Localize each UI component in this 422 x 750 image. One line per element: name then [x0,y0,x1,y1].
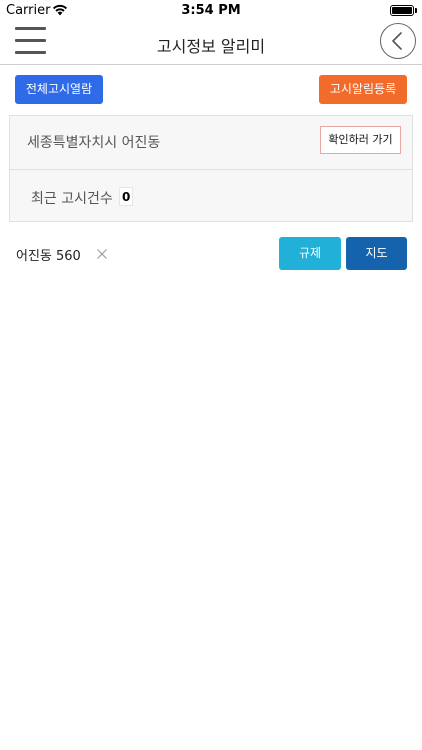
view-all-notices-button[interactable]: 전체고시열람 [15,75,103,104]
location-label: 세종특별자치시 어진동 [27,135,161,151]
clear-icon[interactable] [96,248,108,260]
address-label: 어진동 560 [16,249,81,264]
register-alert-button[interactable]: 고시알림등록 [319,75,407,104]
status-bar: Carrier 3:54 PM [0,0,422,22]
regulation-button[interactable]: 규제 [279,237,341,270]
chevron-left-icon [392,32,402,50]
recent-count-value: 0 [119,187,134,206]
location-panel: 세종특별자치시 어진동 확인하러 가기 최근 고시건수 0 [9,115,413,222]
page-title: 고시정보 알리미 [156,37,266,56]
nav-header: 고시정보 알리미 [0,22,422,65]
status-time: 3:54 PM [181,3,241,18]
battery-icon [390,5,414,16]
confirm-button[interactable]: 확인하러 가기 [320,126,401,154]
recent-count-label: 최근 고시건수 [31,191,113,207]
back-button[interactable] [380,23,416,59]
map-button[interactable]: 지도 [346,237,407,270]
panel-divider [10,169,412,170]
battery-tip [415,8,417,13]
